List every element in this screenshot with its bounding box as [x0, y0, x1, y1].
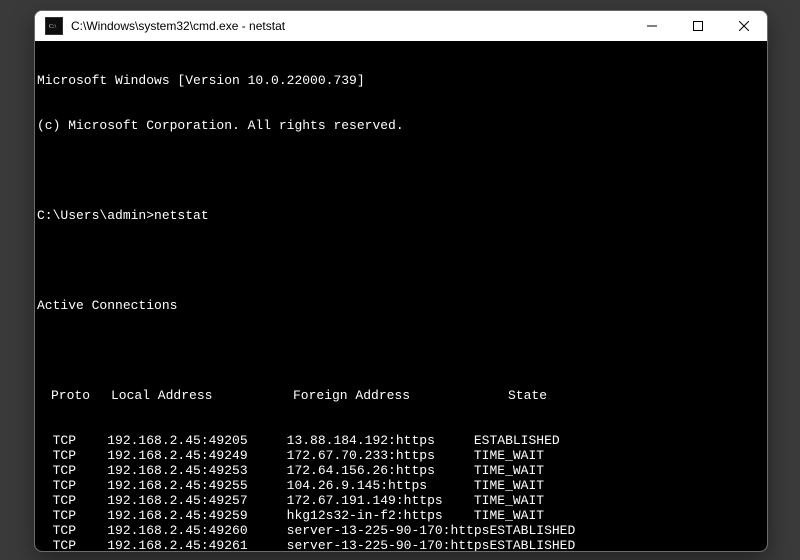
table-header: Proto Local Address Foreign Address Stat…: [35, 388, 767, 403]
cmd-window: C:\ C:\Windows\system32\cmd.exe - netsta…: [34, 10, 768, 552]
close-button[interactable]: [721, 11, 767, 41]
prompt-command: netstat: [154, 208, 209, 223]
header-state: State: [483, 388, 767, 403]
table-row: TCP 192.168.2.45:49253 172.64.156.26:htt…: [35, 463, 767, 478]
table-row: TCP 192.168.2.45:49257 172.67.191.149:ht…: [35, 493, 767, 508]
section-heading: Active Connections: [35, 298, 767, 313]
table-row: TCP 192.168.2.45:49261 server-13-225-90-…: [35, 538, 767, 551]
window-controls: [629, 11, 767, 41]
blank-line: [35, 163, 767, 178]
table-body: TCP 192.168.2.45:49205 13.88.184.192:htt…: [35, 433, 767, 551]
copyright-line: (c) Microsoft Corporation. All rights re…: [35, 118, 767, 133]
table-row: TCP 192.168.2.45:49259 hkg12s32-in-f2:ht…: [35, 508, 767, 523]
prompt-line: C:\Users\admin>netstat: [35, 208, 767, 223]
header-proto: Proto: [37, 388, 111, 403]
window-title: C:\Windows\system32\cmd.exe - netstat: [71, 19, 285, 33]
titlebar[interactable]: C:\ C:\Windows\system32\cmd.exe - netsta…: [35, 11, 767, 41]
minimize-button[interactable]: [629, 11, 675, 41]
prompt-path: C:\Users\admin>: [37, 208, 154, 223]
cmd-icon: C:\: [45, 17, 63, 35]
header-local: Local Address: [111, 388, 293, 403]
table-row: TCP 192.168.2.45:49260 server-13-225-90-…: [35, 523, 767, 538]
blank-line: [35, 343, 767, 358]
maximize-button[interactable]: [675, 11, 721, 41]
table-row: TCP 192.168.2.45:49249 172.67.70.233:htt…: [35, 448, 767, 463]
table-row: TCP 192.168.2.45:49205 13.88.184.192:htt…: [35, 433, 767, 448]
table-row: TCP 192.168.2.45:49255 104.26.9.145:http…: [35, 478, 767, 493]
blank-line: [35, 253, 767, 268]
version-line: Microsoft Windows [Version 10.0.22000.73…: [35, 73, 767, 88]
terminal-output[interactable]: Microsoft Windows [Version 10.0.22000.73…: [35, 41, 767, 551]
header-foreign: Foreign Address: [293, 388, 483, 403]
svg-text:C:\: C:\: [49, 24, 57, 30]
